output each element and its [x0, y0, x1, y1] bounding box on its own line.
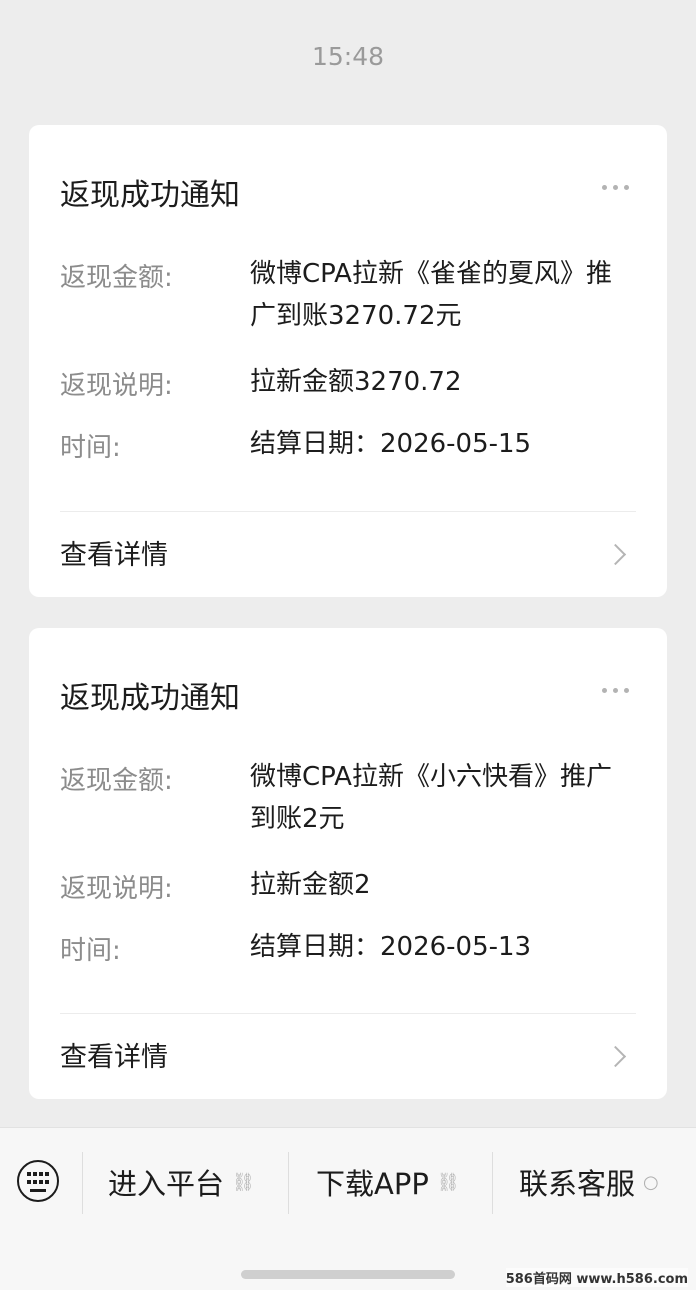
menu-separator: [492, 1152, 493, 1214]
amount-value: 微博CPA拉新《雀雀的夏风》推广到账3270.72元: [250, 259, 612, 331]
card-title: 返现成功通知: [60, 178, 240, 213]
amount-row: 返现金额: 微博CPA拉新《小六快看》推广到账2元: [60, 760, 647, 850]
more-options-icon[interactable]: [602, 688, 629, 693]
chevron-right-icon: [604, 543, 627, 566]
time-row: 时间: 结算日期：2026-05-13: [60, 930, 647, 970]
notification-card: 返现成功通知 返现金额: 微博CPA拉新《雀雀的夏风》推广到账3270.72元 …: [29, 125, 667, 597]
menu-item-download-app[interactable]: 下载APP ⛓: [316, 1162, 460, 1202]
amount-label: 返现金额:: [60, 263, 173, 293]
menu-separator: [82, 1152, 83, 1214]
menu-item-label: 下载APP: [316, 1167, 429, 1201]
home-indicator[interactable]: [241, 1270, 455, 1279]
view-details-label: 查看详情: [60, 1042, 168, 1073]
menu-item-label: 进入平台: [108, 1167, 225, 1201]
amount-row: 返现金额: 微博CPA拉新《雀雀的夏风》推广到账3270.72元: [60, 257, 647, 347]
time-label: 时间:: [60, 936, 121, 966]
desc-row: 返现说明: 拉新金额2: [60, 868, 647, 908]
link-icon: ⛓: [232, 1171, 255, 1193]
desc-value: 拉新金额3270.72: [250, 367, 462, 397]
amount-value: 微博CPA拉新《小六快看》推广到账2元: [250, 762, 612, 834]
message-timestamp: 15:48: [311, 42, 385, 71]
keyboard-icon[interactable]: [17, 1160, 59, 1202]
card-title: 返现成功通知: [60, 681, 240, 716]
watermark: 586首码网 www.h586.com: [505, 1268, 688, 1287]
more-options-icon[interactable]: [602, 185, 629, 190]
menu-separator: [288, 1152, 289, 1214]
desc-row: 返现说明: 拉新金额3270.72: [60, 365, 647, 405]
chat-bubble-icon: ○: [643, 1171, 659, 1193]
view-details-label: 查看详情: [60, 540, 168, 571]
view-details-link[interactable]: 查看详情: [29, 511, 667, 597]
notification-card: 返现成功通知 返现金额: 微博CPA拉新《小六快看》推广到账2元 返现说明: 拉…: [29, 628, 667, 1099]
menu-item-contact-support[interactable]: 联系客服 ○: [519, 1162, 659, 1202]
time-value: 结算日期：2026-05-13: [250, 932, 532, 962]
time-value: 结算日期：2026-05-15: [250, 429, 532, 459]
amount-label: 返现金额:: [60, 766, 173, 796]
time-label: 时间:: [60, 433, 121, 463]
menu-item-label: 联系客服: [519, 1167, 636, 1201]
chevron-right-icon: [604, 1045, 627, 1068]
desc-value: 拉新金额2: [250, 870, 371, 900]
desc-label: 返现说明:: [60, 371, 173, 401]
bottom-menu-bar: 进入平台 ⛓ 下载APP ⛓ 联系客服 ○: [0, 1127, 696, 1290]
time-row: 时间: 结算日期：2026-05-15: [60, 427, 647, 467]
link-icon: ⛓: [436, 1171, 460, 1193]
menu-item-enter-platform[interactable]: 进入平台 ⛓: [108, 1162, 255, 1202]
desc-label: 返现说明:: [60, 874, 173, 904]
view-details-link[interactable]: 查看详情: [29, 1013, 667, 1099]
